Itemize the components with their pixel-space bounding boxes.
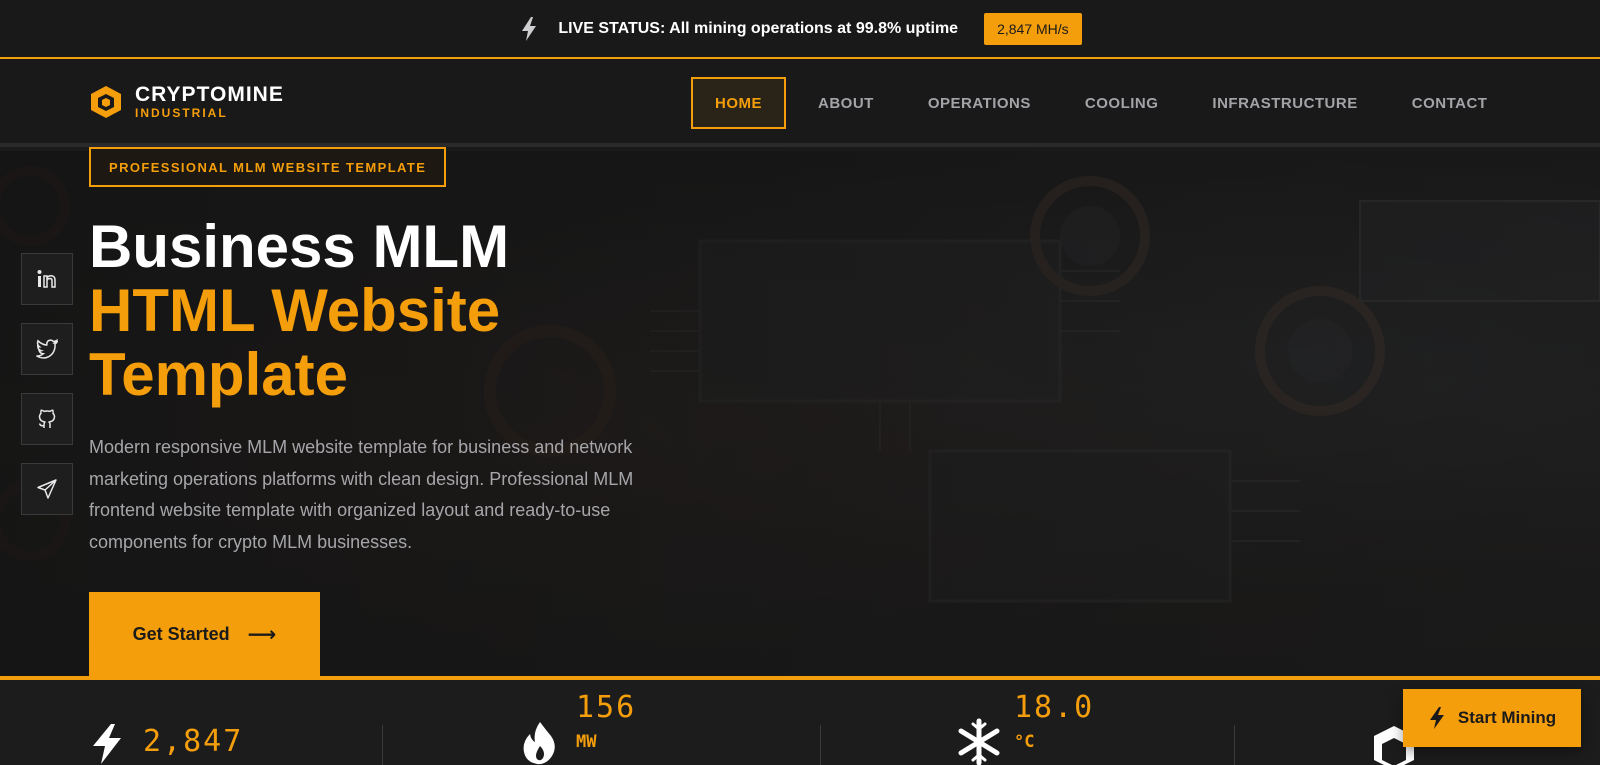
live-status-bar: LIVE STATUS: All mining operations at 99… [0,0,1600,59]
bolt-icon [1429,707,1444,729]
nav-menu: HOME ABOUT OPERATIONS COOLING INFRASTRUC… [691,77,1519,129]
social-links [21,253,73,515]
stat-temperature-value: 18.0 [1014,690,1095,725]
cube-logo-icon [91,85,121,118]
logo-subtitle: INDUSTRIAL [135,106,228,120]
linkedin-icon[interactable] [21,253,73,305]
stat-power-value: 156 [576,690,637,725]
stat-hashrate-value: 2,847 [143,724,244,759]
get-started-label: Get Started [132,623,230,644]
hero-title-line1: Business MLM [89,213,510,280]
twitter-icon[interactable] [21,323,73,375]
main-navbar: CRYPTOMINE INDUSTRIAL HOME ABOUT OPERATI… [0,59,1600,147]
stat-power-unit: MW [576,732,597,752]
stat-divider [382,725,383,765]
site-logo[interactable]: CRYPTOMINE INDUSTRIAL [89,84,284,119]
snowflake-icon [958,718,1000,765]
start-mining-button[interactable]: Start Mining [1403,689,1581,747]
start-mining-label: Start Mining [1457,708,1557,727]
bolt-icon [93,724,121,764]
nav-contact[interactable]: CONTACT [1390,77,1510,129]
github-icon[interactable] [21,393,73,445]
stat-temperature-unit: °C [1014,732,1035,752]
telegram-icon[interactable] [21,463,73,515]
nav-home[interactable]: HOME [691,77,786,129]
flame-icon [523,722,555,765]
nav-about[interactable]: ABOUT [796,77,896,129]
hero-badge: PROFESSIONAL MLM WEBSITE TEMPLATE [89,147,447,187]
logo-name: CRYPTOMINE [135,83,284,106]
nav-operations[interactable]: OPERATIONS [906,77,1053,129]
nav-cooling[interactable]: COOLING [1063,77,1181,129]
hero-description: Modern responsive MLM website template f… [89,437,634,552]
hero-title-line3: Template [89,341,348,408]
stat-divider [1234,725,1235,765]
get-started-button[interactable]: Get Started ⟶ [89,592,320,676]
hero-title: Business MLM HTML Website Template [89,215,509,407]
arrow-right-icon: ⟶ [247,623,277,646]
nav-infrastructure[interactable]: INFRASTRUCTURE [1190,77,1379,129]
hero-title-line2: HTML Website [89,277,501,344]
hashrate-badge: 2,847 MH/s [984,12,1082,45]
bolt-icon [518,16,540,41]
stats-strip: 2,847 156 MW 18.0 °C % [0,680,1600,765]
stat-divider [820,725,821,765]
status-text: LIVE STATUS: All mining operations at 99… [558,19,959,37]
